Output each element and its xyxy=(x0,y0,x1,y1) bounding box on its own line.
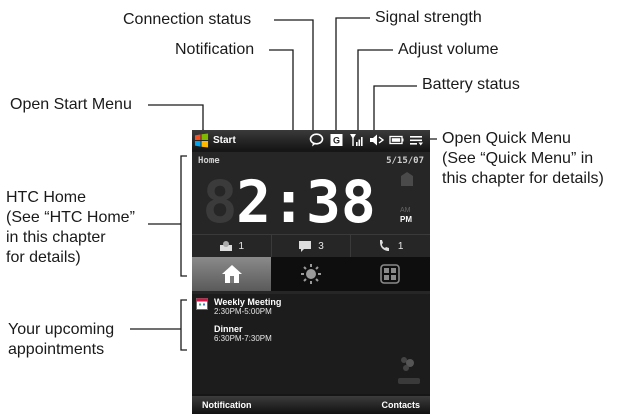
home-icon xyxy=(221,265,242,283)
svg-text:8: 8 xyxy=(203,170,238,232)
callout-open-quick-menu: Open Quick Menu (See “Quick Menu” in thi… xyxy=(442,130,604,187)
digital-clock[interactable]: 8 2:38 AM PM xyxy=(198,170,424,232)
missed-calls-count-value: 1 xyxy=(397,240,404,252)
appointment-item[interactable]: Weekly Meeting 2:30PM-5:00PM xyxy=(214,297,281,316)
missed-calls-count[interactable]: 1 xyxy=(351,235,430,257)
htc-logo-icon xyxy=(398,357,420,384)
battery-icon[interactable] xyxy=(389,133,404,147)
notification-counts: 1 3 1 xyxy=(192,234,430,257)
windows-logo-icon xyxy=(194,132,209,148)
message-icon xyxy=(299,241,312,252)
calendar-icon xyxy=(196,298,208,310)
start-button[interactable]: Start xyxy=(192,130,236,150)
messages-count-value: 3 xyxy=(318,240,324,252)
tab-launcher[interactable] xyxy=(351,257,430,291)
quick-menu-icon[interactable] xyxy=(409,133,424,147)
clock-time: 2:38 xyxy=(236,170,376,232)
sun-icon xyxy=(300,264,321,284)
appointment-item[interactable]: Dinner 6:30PM-7:30PM xyxy=(214,324,272,343)
home-tabs xyxy=(192,257,430,291)
clock-ampm: PM xyxy=(400,215,412,224)
connection-status-icon[interactable]: G xyxy=(329,133,344,147)
missed-call-icon xyxy=(379,240,389,251)
softkey-bar: Notification Contacts xyxy=(192,396,430,414)
callout-notification: Notification xyxy=(175,41,255,58)
messages-count[interactable]: 3 xyxy=(272,235,352,257)
appointment-time: 6:30PM-7:30PM xyxy=(214,334,272,343)
svg-text:G: G xyxy=(333,136,340,146)
appointment-title: Dinner xyxy=(214,324,243,334)
htc-home-panel: Home 5/15/07 8 2:38 AM PM 1 3 1 xyxy=(192,152,430,310)
home-header: Home 5/15/07 xyxy=(198,156,424,166)
phone-screen: Start G Home 5/15/07 8 2:38 AM PM 1 3 1 … xyxy=(192,130,430,414)
callout-htc-home: HTC Home (See “HTC Home” in this chapter… xyxy=(6,189,135,266)
callout-battery-status: Battery status xyxy=(422,76,520,93)
appointments-area: Weekly Meeting 2:30PM-5:00PM Dinner 6:30… xyxy=(192,294,430,394)
callout-upcoming-appointments: Your upcoming appointments xyxy=(8,321,115,358)
appointment-time: 2:30PM-5:00PM xyxy=(214,307,272,316)
status-icons: G xyxy=(309,133,430,147)
notification-icon[interactable] xyxy=(309,133,324,147)
volume-icon[interactable] xyxy=(369,133,384,147)
voicemail-count[interactable]: 1 xyxy=(192,235,272,257)
title-bar: Start G xyxy=(192,130,430,150)
grid-icon xyxy=(380,264,401,284)
signal-strength-icon[interactable] xyxy=(349,133,364,147)
home-label: Home xyxy=(198,156,220,166)
tab-home[interactable] xyxy=(192,257,272,291)
appointment-title: Weekly Meeting xyxy=(214,297,282,307)
voicemail-icon xyxy=(219,241,232,251)
callout-adjust-volume: Adjust volume xyxy=(398,41,499,58)
tab-weather[interactable] xyxy=(271,257,350,291)
callout-connection-status: Connection status xyxy=(123,11,252,28)
callout-signal-strength: Signal strength xyxy=(375,9,482,26)
left-softkey[interactable]: Notification xyxy=(202,400,252,410)
callout-open-start-menu: Open Start Menu xyxy=(10,96,132,113)
right-softkey[interactable]: Contacts xyxy=(381,400,420,410)
voicemail-count-value: 1 xyxy=(238,240,245,252)
start-label: Start xyxy=(213,134,236,146)
home-date: 5/15/07 xyxy=(386,156,424,166)
svg-text:AM: AM xyxy=(400,207,411,214)
